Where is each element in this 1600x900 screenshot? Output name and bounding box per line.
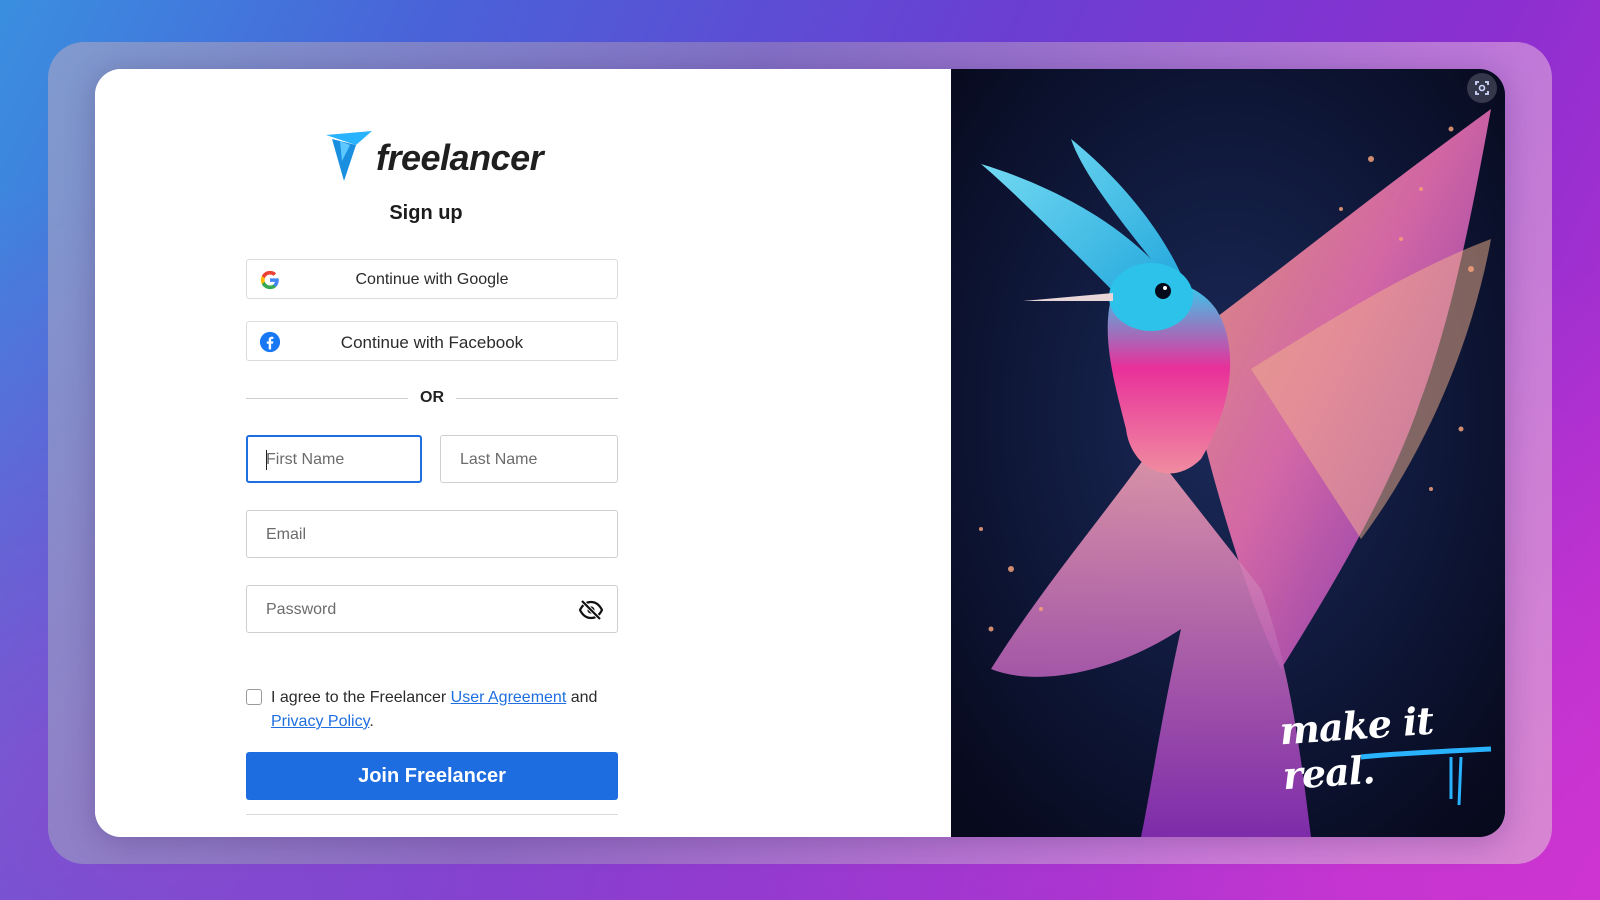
divider-line-right: [456, 398, 618, 399]
bottom-divider: [246, 814, 618, 815]
password-placeholder: Password: [266, 601, 337, 618]
hero-artwork-panel: make it real.: [951, 69, 1505, 837]
agree-checkbox[interactable]: [246, 689, 262, 705]
screenshot-scan-icon: [1475, 81, 1489, 95]
first-name-placeholder: First Name: [266, 451, 345, 468]
password-input[interactable]: Password: [246, 585, 618, 633]
freelancer-logo: freelancer: [326, 131, 546, 187]
agreement-prefix: I agree to the Freelancer: [271, 689, 451, 706]
logo-wordmark: freelancer: [376, 137, 544, 178]
signup-window: freelancer Sign up Continue with Google …: [95, 69, 1505, 837]
last-name-input[interactable]: Last Name: [440, 435, 618, 483]
freelancer-bird-icon: [326, 131, 372, 181]
privacy-policy-link[interactable]: Privacy Policy: [271, 713, 369, 730]
join-freelancer-button[interactable]: Join Freelancer: [246, 752, 618, 800]
eye-off-icon[interactable]: [579, 600, 603, 620]
page-title: Sign up: [389, 202, 463, 224]
facebook-button-label: Continue with Facebook: [340, 333, 524, 352]
email-input[interactable]: Email: [246, 510, 618, 558]
or-divider: OR: [246, 389, 618, 409]
screenshot-scan-button[interactable]: [1467, 73, 1497, 103]
last-name-placeholder: Last Name: [460, 451, 538, 468]
signup-form-panel: freelancer Sign up Continue with Google …: [95, 69, 951, 837]
continue-with-google-button[interactable]: Continue with Google: [246, 259, 618, 299]
first-name-input[interactable]: First Name: [246, 435, 422, 483]
email-placeholder: Email: [266, 526, 307, 543]
agreement-suffix: .: [369, 713, 374, 730]
agreement-middle: and: [566, 689, 598, 706]
hero-tagline: make it real.: [1278, 697, 1435, 799]
user-agreement-link[interactable]: User Agreement: [451, 689, 567, 706]
google-button-label: Continue with Google: [355, 271, 509, 288]
agreement-text: I agree to the Freelancer User Agreement…: [271, 686, 631, 734]
continue-with-facebook-button[interactable]: Continue with Facebook: [246, 321, 618, 361]
